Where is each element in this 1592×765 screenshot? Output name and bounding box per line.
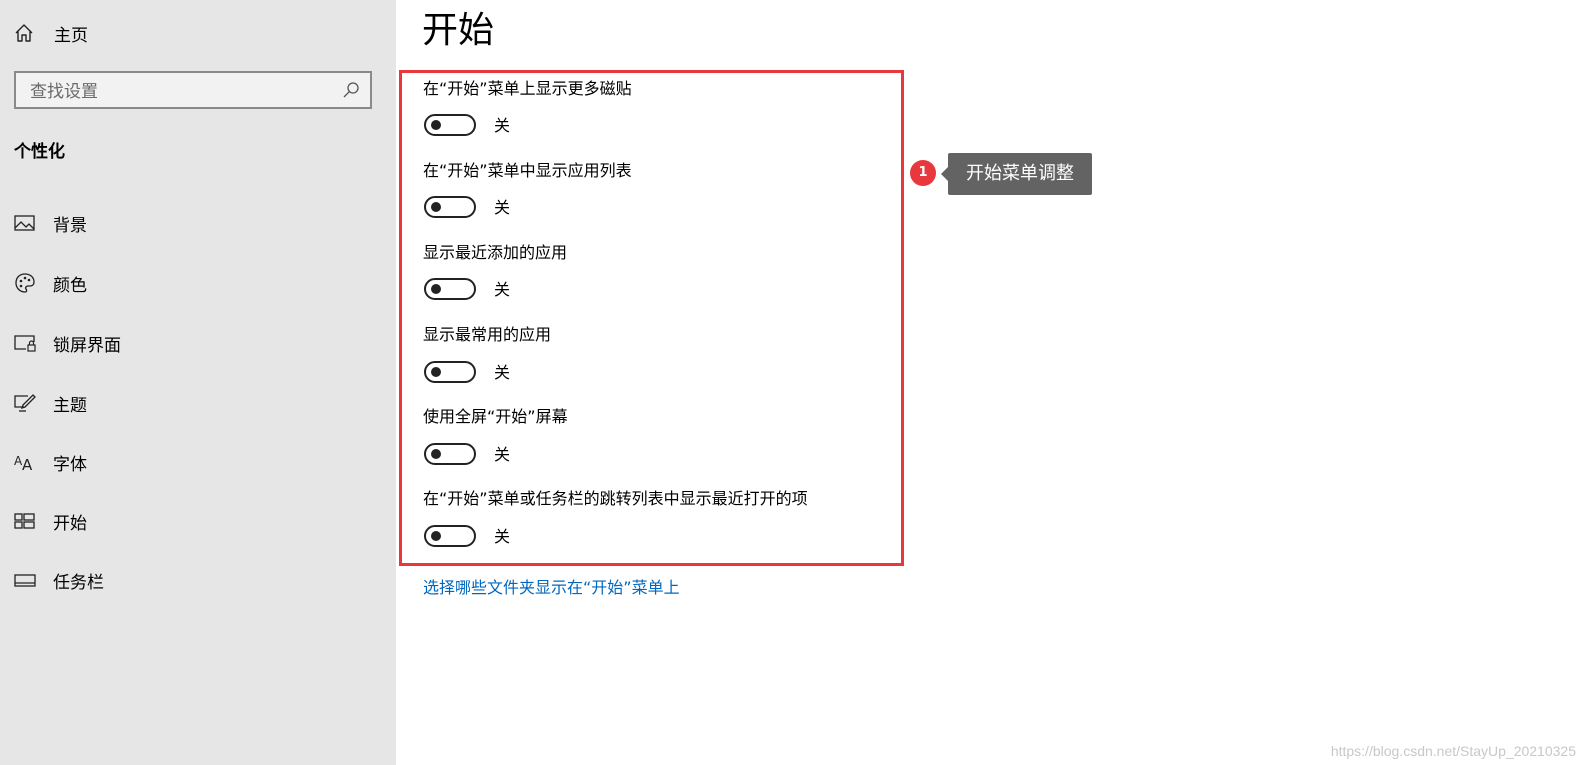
- page-title: 开始: [422, 10, 495, 51]
- setting-label-app-list: 在“开始”菜单中显示应用列表: [423, 161, 632, 180]
- sidebar: 主页 个性化 背景 颜色: [0, 0, 396, 765]
- sidebar-item-label: 主题: [53, 395, 87, 416]
- sidebar-item-colors[interactable]: 颜色: [14, 268, 374, 298]
- lock-screen-icon: [14, 332, 36, 354]
- theme-icon: [14, 392, 36, 414]
- sidebar-item-lock-screen[interactable]: 锁屏界面: [14, 328, 374, 358]
- toggle-state-label: 关: [494, 198, 511, 217]
- sidebar-item-label: 颜色: [53, 275, 87, 296]
- section-title: 个性化: [14, 142, 65, 162]
- toggle-recently-added[interactable]: [424, 278, 476, 300]
- sidebar-item-label: 字体: [53, 454, 87, 475]
- annotation-badge: 1: [910, 160, 936, 186]
- annotation-callout: 开始菜单调整: [941, 153, 1092, 195]
- sidebar-item-label: 锁屏界面: [53, 335, 121, 356]
- home-label: 主页: [54, 25, 88, 46]
- toggle-knob: [431, 449, 441, 459]
- sidebar-item-label: 背景: [53, 215, 87, 236]
- toggle-state-label: 关: [494, 445, 511, 464]
- font-icon: A A: [14, 451, 36, 473]
- toggle-app-list[interactable]: [424, 196, 476, 218]
- toggle-most-used[interactable]: [424, 361, 476, 383]
- watermark: https://blog.csdn.net/StayUp_20210325: [1330, 743, 1576, 759]
- sidebar-item-label: 任务栏: [53, 572, 104, 593]
- toggle-knob: [431, 202, 441, 212]
- sidebar-item-start[interactable]: 开始: [14, 506, 374, 536]
- sidebar-item-background[interactable]: 背景: [14, 208, 374, 238]
- toggle-state-label: 关: [494, 280, 511, 299]
- search-icon[interactable]: [342, 81, 360, 99]
- palette-icon: [14, 272, 36, 294]
- setting-label-full-screen: 使用全屏“开始”屏幕: [423, 407, 568, 426]
- toggle-state-label: 关: [494, 363, 511, 382]
- sidebar-item-label: 开始: [53, 513, 87, 534]
- search-input[interactable]: [28, 79, 332, 105]
- setting-label-recently-added: 显示最近添加的应用: [423, 243, 568, 262]
- sidebar-item-taskbar[interactable]: 任务栏: [14, 565, 374, 595]
- setting-label-most-used: 显示最常用的应用: [423, 325, 552, 344]
- toggle-knob: [431, 120, 441, 130]
- svg-text:A: A: [22, 456, 33, 472]
- toggle-state-label: 关: [494, 527, 511, 546]
- home-icon: [14, 23, 34, 43]
- toggle-state-label: 关: [494, 116, 511, 135]
- choose-folders-link[interactable]: 选择哪些文件夹显示在“开始”菜单上: [423, 578, 680, 598]
- toggle-knob: [431, 367, 441, 377]
- home-nav-item[interactable]: 主页: [14, 20, 88, 46]
- toggle-recent-items[interactable]: [424, 525, 476, 547]
- toggle-knob: [431, 284, 441, 294]
- setting-label-more-tiles: 在“开始”菜单上显示更多磁贴: [423, 79, 632, 98]
- sidebar-item-fonts[interactable]: A A 字体: [14, 447, 374, 477]
- setting-label-recent-items: 在“开始”菜单或任务栏的跳转列表中显示最近打开的项: [423, 489, 808, 508]
- image-icon: [14, 212, 36, 234]
- toggle-knob: [431, 531, 441, 541]
- toggle-full-screen[interactable]: [424, 443, 476, 465]
- sidebar-item-themes[interactable]: 主题: [14, 388, 374, 418]
- taskbar-icon: [14, 569, 36, 591]
- toggle-more-tiles[interactable]: [424, 114, 476, 136]
- start-icon: [14, 510, 36, 532]
- search-box[interactable]: [14, 71, 372, 109]
